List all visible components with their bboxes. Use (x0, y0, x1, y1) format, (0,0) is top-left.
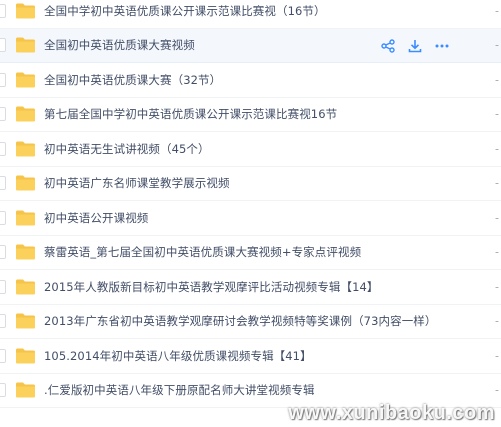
row-checkbox[interactable] (0, 3, 6, 18)
file-list: 全国中学初中英语优质课公开课示范课比赛视（16节） - 全国初中英语优质课大赛视频 -… (0, 0, 501, 408)
file-name[interactable]: 初中英语广东名师课堂教学展示视频 (44, 175, 230, 191)
file-name[interactable]: 第七届全国中学初中英语优质课公开课示范课比赛视16节 (44, 106, 337, 122)
file-size: - (495, 314, 499, 328)
file-name[interactable]: 初中英语无生试讲视频（45个） (44, 141, 210, 157)
file-size: - (495, 383, 499, 397)
row-checkbox[interactable] (0, 107, 6, 122)
folder-icon (16, 72, 35, 88)
folder-icon (16, 3, 35, 19)
file-name[interactable]: 蔡雷英语_第七届全国初中英语优质课大赛视频+专家点评视频 (44, 244, 361, 260)
file-row[interactable]: 2013年广东省初中英语教学观摩研讨会教学视频特等奖课例（73内容一样） - (0, 305, 501, 339)
file-row[interactable]: 初中英语无生试讲视频（45个） - (0, 132, 501, 167)
row-checkbox[interactable] (0, 141, 6, 156)
file-row[interactable]: 初中英语广东名师课堂教学展示视频 - (0, 167, 501, 201)
file-size: - (495, 245, 499, 259)
row-actions (381, 38, 449, 53)
file-size: - (495, 349, 499, 363)
folder-icon (16, 382, 35, 398)
folder-icon (16, 279, 35, 295)
watermark: www.xunibaoku.com (288, 402, 495, 424)
row-checkbox[interactable] (0, 348, 6, 363)
row-checkbox[interactable] (0, 314, 6, 329)
more-icon[interactable] (435, 38, 449, 52)
file-size: - (495, 38, 499, 52)
file-name[interactable]: 2013年广东省初中英语教学观摩研讨会教学视频特等奖课例（73内容一样） (44, 313, 437, 329)
row-checkbox[interactable] (0, 72, 6, 87)
folder-icon (16, 313, 35, 329)
file-size: - (495, 280, 499, 294)
file-size: - (495, 73, 499, 87)
row-checkbox[interactable] (0, 279, 6, 294)
file-size: - (495, 4, 499, 18)
file-name[interactable]: .仁爱版初中英语八年级下册原配名师大讲堂视频专辑 (44, 382, 315, 398)
download-icon[interactable] (408, 38, 422, 53)
file-row[interactable]: 第七届全国中学初中英语优质课公开课示范课比赛视16节 - (0, 98, 501, 132)
file-name[interactable]: 全国中学初中英语优质课公开课示范课比赛视（16节） (44, 3, 326, 19)
row-checkbox[interactable] (0, 176, 6, 191)
file-size: - (495, 142, 499, 156)
folder-icon (16, 106, 35, 122)
row-checkbox[interactable] (0, 210, 6, 225)
folder-icon (16, 37, 35, 53)
file-row[interactable]: 全国中学初中英语优质课公开课示范课比赛视（16节） - (0, 0, 501, 29)
folder-icon (16, 175, 35, 191)
file-size: - (495, 211, 499, 225)
file-name[interactable]: 初中英语公开课视频 (44, 210, 148, 226)
file-row[interactable]: 全国初中英语优质课大赛（32节） - (0, 63, 501, 98)
folder-icon (16, 348, 35, 364)
file-name[interactable]: 105.2014年初中英语八年级优质课视频专辑【41】 (44, 348, 312, 364)
file-size: - (495, 107, 499, 121)
file-row[interactable]: 初中英语公开课视频 - (0, 201, 501, 236)
row-checkbox[interactable] (0, 245, 6, 260)
file-size: - (495, 176, 499, 190)
file-name[interactable]: 2015年人教版新目标初中英语教学观摩评比活动视频专辑【14】 (44, 279, 379, 295)
folder-icon (16, 244, 35, 260)
file-name[interactable]: 全国初中英语优质课大赛视频 (44, 37, 195, 53)
file-row[interactable]: 全国初中英语优质课大赛视频 - (0, 28, 501, 63)
folder-icon (16, 141, 35, 157)
share-icon[interactable] (381, 38, 395, 53)
row-checkbox[interactable] (0, 38, 6, 53)
row-checkbox[interactable] (0, 383, 6, 398)
folder-icon (16, 210, 35, 226)
file-name[interactable]: 全国初中英语优质课大赛（32节） (44, 72, 221, 88)
file-row[interactable]: 蔡雷英语_第七届全国初中英语优质课大赛视频+专家点评视频 - (0, 236, 501, 270)
file-row[interactable]: 105.2014年初中英语八年级优质课视频专辑【41】 - (0, 339, 501, 374)
file-row[interactable]: 2015年人教版新目标初中英语教学观摩评比活动视频专辑【14】 - (0, 270, 501, 305)
